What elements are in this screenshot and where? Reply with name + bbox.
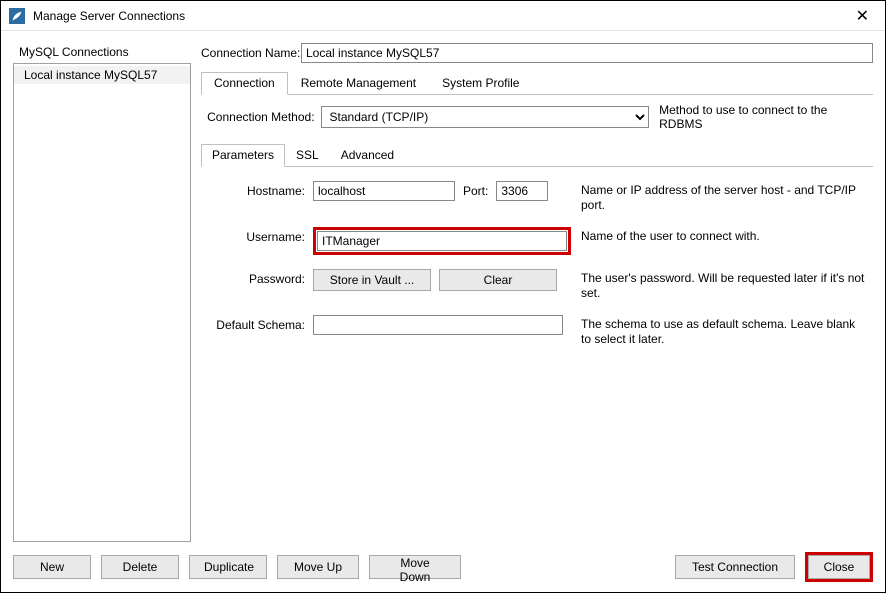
port-input[interactable] bbox=[496, 181, 548, 201]
tab-system-profile[interactable]: System Profile bbox=[429, 72, 532, 95]
tab-connection-body: Connection Method: Standard (TCP/IP) Met… bbox=[201, 103, 873, 542]
parameters-panel: Hostname: Port: Name or IP address of th… bbox=[201, 167, 873, 367]
connections-list-header: MySQL Connections bbox=[13, 41, 191, 63]
inner-tabs: Parameters SSL Advanced bbox=[201, 143, 873, 167]
default-schema-input[interactable] bbox=[313, 315, 563, 335]
test-connection-button[interactable]: Test Connection bbox=[675, 555, 795, 579]
hostname-desc: Name or IP address of the server host - … bbox=[571, 181, 867, 213]
manage-connections-window: Manage Server Connections ✕ MySQL Connec… bbox=[0, 0, 886, 593]
connections-list-pane: MySQL Connections Local instance MySQL57 bbox=[13, 41, 191, 542]
connection-details-pane: Connection Name: Connection Remote Manag… bbox=[201, 41, 873, 542]
tab-advanced[interactable]: Advanced bbox=[330, 144, 405, 167]
duplicate-button[interactable]: Duplicate bbox=[189, 555, 267, 579]
dialog-content: MySQL Connections Local instance MySQL57… bbox=[1, 31, 885, 592]
close-button-highlight: Close bbox=[805, 552, 873, 582]
window-title: Manage Server Connections bbox=[33, 9, 185, 23]
username-input[interactable] bbox=[317, 231, 567, 251]
hostname-input[interactable] bbox=[313, 181, 455, 201]
connection-name-label: Connection Name: bbox=[201, 46, 301, 60]
hostname-label: Hostname: bbox=[207, 181, 313, 198]
tab-ssl[interactable]: SSL bbox=[285, 144, 330, 167]
move-up-button[interactable]: Move Up bbox=[277, 555, 359, 579]
connection-method-select[interactable]: Standard (TCP/IP) bbox=[321, 106, 650, 128]
username-highlight bbox=[313, 227, 571, 255]
app-icon bbox=[9, 8, 25, 24]
tab-parameters[interactable]: Parameters bbox=[201, 144, 285, 167]
port-label: Port: bbox=[463, 184, 488, 198]
titlebar: Manage Server Connections ✕ bbox=[1, 1, 885, 31]
clear-password-button[interactable]: Clear bbox=[439, 269, 557, 291]
main-tabs: Connection Remote Management System Prof… bbox=[201, 71, 873, 95]
connections-listbox[interactable]: Local instance MySQL57 bbox=[13, 63, 191, 542]
delete-button[interactable]: Delete bbox=[101, 555, 179, 579]
password-label: Password: bbox=[207, 269, 313, 286]
tab-connection[interactable]: Connection bbox=[201, 72, 288, 95]
dialog-button-bar: New Delete Duplicate Move Up Move Down T… bbox=[13, 542, 873, 582]
list-item[interactable]: Local instance MySQL57 bbox=[14, 66, 190, 84]
store-in-vault-button[interactable]: Store in Vault ... bbox=[313, 269, 431, 291]
connection-method-desc: Method to use to connect to the RDBMS bbox=[659, 103, 873, 131]
username-label: Username: bbox=[207, 227, 313, 244]
tab-remote-management[interactable]: Remote Management bbox=[288, 72, 429, 95]
connection-name-input[interactable] bbox=[301, 43, 873, 63]
new-button[interactable]: New bbox=[13, 555, 91, 579]
close-icon[interactable]: ✕ bbox=[848, 2, 877, 30]
password-desc: The user's password. Will be requested l… bbox=[571, 269, 867, 301]
username-desc: Name of the user to connect with. bbox=[571, 227, 867, 244]
move-down-button[interactable]: Move Down bbox=[369, 555, 461, 579]
default-schema-label: Default Schema: bbox=[207, 315, 313, 332]
close-button[interactable]: Close bbox=[808, 555, 870, 579]
connection-method-label: Connection Method: bbox=[205, 110, 321, 124]
default-schema-desc: The schema to use as default schema. Lea… bbox=[571, 315, 867, 347]
